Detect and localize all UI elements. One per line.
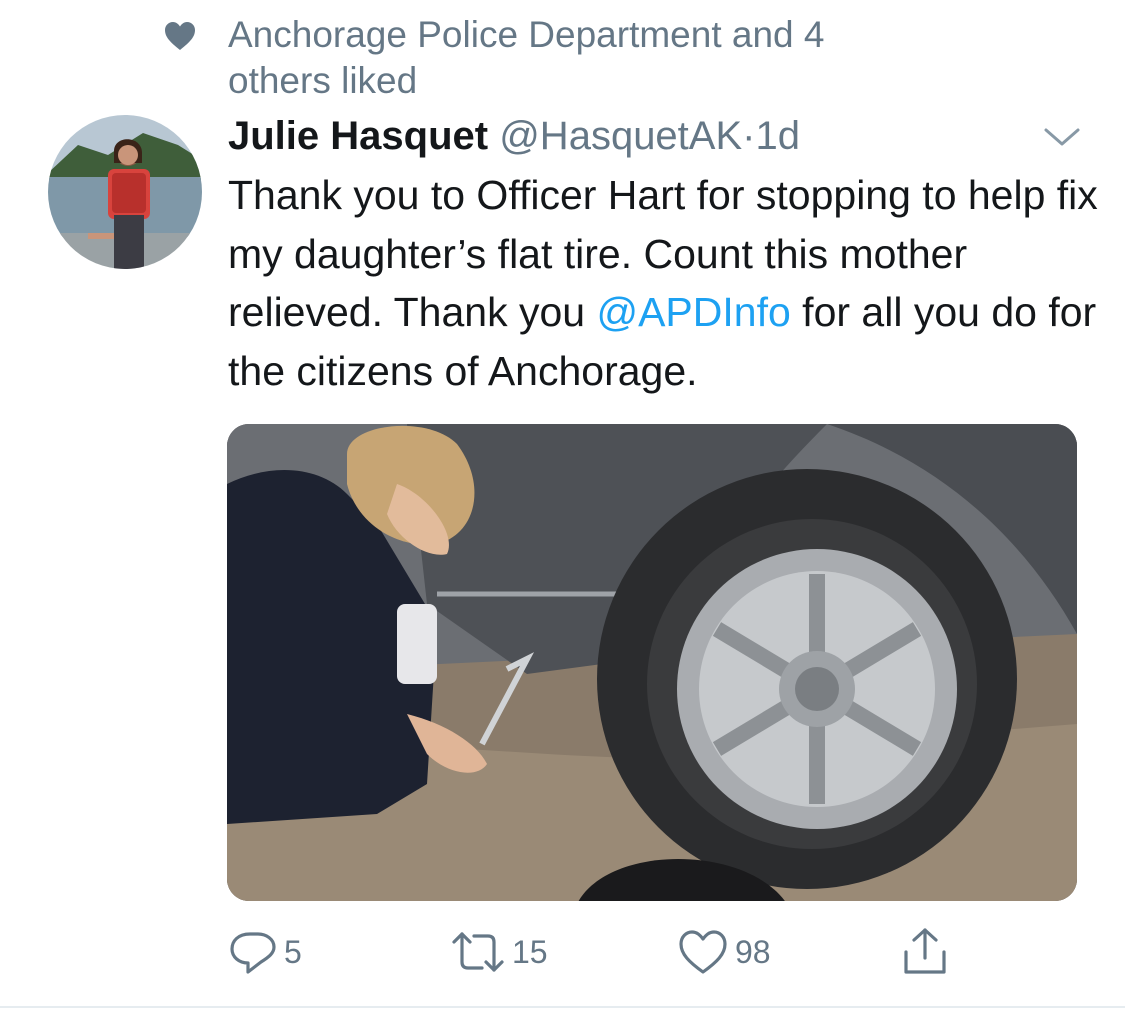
retweet-button[interactable]: 15	[450, 922, 548, 982]
avatar[interactable]	[48, 115, 202, 269]
separator: ·	[742, 114, 756, 158]
retweet-icon	[452, 932, 504, 972]
heart-icon	[165, 22, 195, 50]
reply-button[interactable]: 5	[228, 922, 302, 982]
like-button[interactable]: 98	[677, 922, 771, 982]
divider	[0, 1006, 1125, 1008]
social-context-text: Anchorage Police Department and 4 others…	[228, 14, 825, 101]
tweet-header: Julie Hasquet @HasquetAK·1d	[228, 108, 1088, 164]
chevron-down-icon[interactable]	[1042, 122, 1082, 152]
media-photo	[227, 424, 1077, 901]
share-button[interactable]	[900, 922, 950, 982]
author-name[interactable]: Julie Hasquet	[228, 114, 488, 158]
author-handle[interactable]: @HasquetAK	[499, 114, 742, 158]
mention-link[interactable]: @APDInfo	[596, 289, 790, 335]
share-icon	[904, 928, 946, 974]
reply-count: 5	[284, 933, 302, 970]
like-icon	[679, 930, 727, 974]
retweet-count: 15	[512, 933, 548, 970]
avatar-photo	[48, 115, 202, 269]
reply-icon	[230, 932, 276, 974]
tweet-actions: 5 15 98	[0, 922, 1125, 982]
tweet-media[interactable]	[227, 424, 1077, 901]
like-count: 98	[735, 933, 771, 970]
tweet-text: Thank you to Officer Hart for stopping t…	[228, 166, 1108, 400]
tweet-time[interactable]: 1d	[755, 114, 800, 158]
